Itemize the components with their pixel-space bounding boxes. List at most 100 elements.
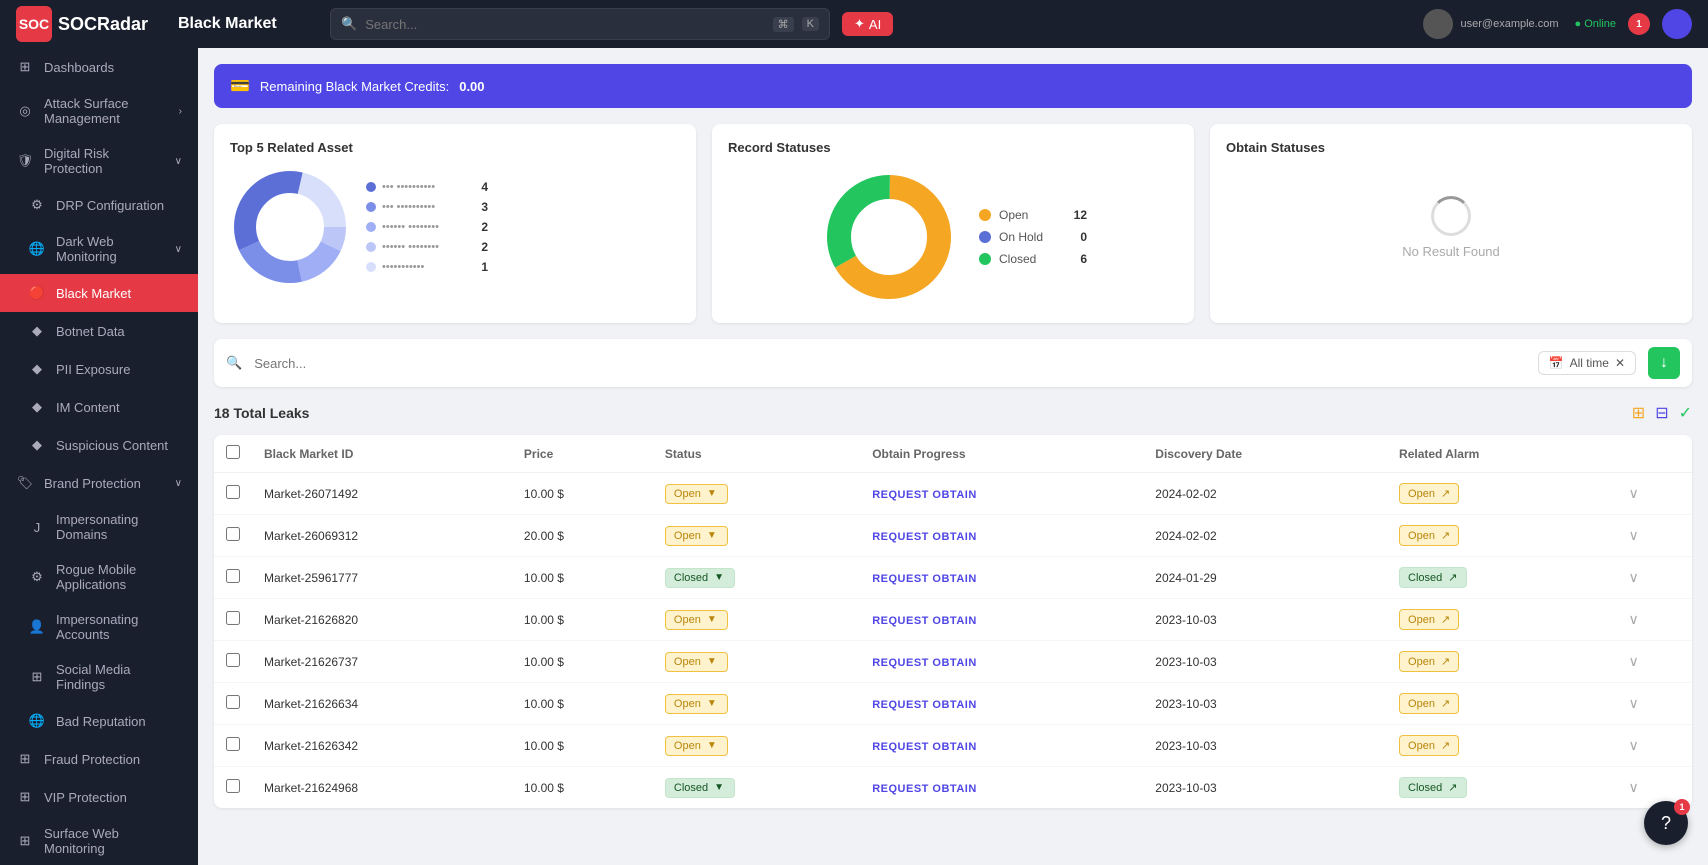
top-search-bar[interactable]: 🔍 ⌘ K (330, 8, 830, 40)
row-checkbox[interactable] (226, 737, 240, 751)
row-expand-cell[interactable]: ∨ (1617, 557, 1692, 599)
row-expand-button[interactable]: ∨ (1629, 737, 1639, 753)
row-date: 2023-10-03 (1143, 641, 1387, 683)
row-checkbox[interactable] (226, 695, 240, 709)
sidebar-item-impersonating-accounts[interactable]: 👤 Impersonating Accounts (0, 602, 198, 652)
row-checkbox[interactable] (226, 611, 240, 625)
row-expand-button[interactable]: ∨ (1629, 611, 1639, 627)
row-checkbox[interactable] (226, 569, 240, 583)
row-obtain[interactable]: REQUEST OBTAIN (860, 767, 1143, 809)
list-view-icon[interactable]: ⊟ (1655, 403, 1668, 423)
sidebar-item-vip-protection[interactable]: ⊞ VIP Protection (0, 778, 198, 816)
row-checkbox[interactable] (226, 779, 240, 793)
row-expand-button[interactable]: ∨ (1629, 695, 1639, 711)
sidebar-item-dashboards[interactable]: ⊞ Dashboards (0, 48, 198, 86)
sidebar-item-social-media[interactable]: ⊞ Social Media Findings (0, 652, 198, 702)
kbd-k: K (802, 17, 819, 31)
alarm-link-icon[interactable]: ↗ (1441, 529, 1450, 542)
sidebar-item-bad-reputation[interactable]: 🌐 Bad Reputation (0, 702, 198, 740)
help-button[interactable]: ? 1 (1644, 801, 1688, 845)
check-all-icon[interactable]: ✓ (1679, 403, 1692, 423)
status-dropdown-button[interactable]: ▼ (705, 614, 719, 625)
status-dropdown-button[interactable]: ▼ (705, 740, 719, 751)
request-obtain-button[interactable]: REQUEST OBTAIN (872, 573, 977, 585)
row-expand-button[interactable]: ∨ (1629, 653, 1639, 669)
row-obtain[interactable]: REQUEST OBTAIN (860, 515, 1143, 557)
row-expand-button[interactable]: ∨ (1629, 779, 1639, 795)
row-obtain[interactable]: REQUEST OBTAIN (860, 725, 1143, 767)
alarm-link-icon[interactable]: ↗ (1441, 697, 1450, 710)
grid-view-icon[interactable]: ⊞ (1632, 403, 1645, 423)
row-obtain[interactable]: REQUEST OBTAIN (860, 599, 1143, 641)
status-dropdown-button[interactable]: ▼ (705, 698, 719, 709)
alarm-link-icon[interactable]: ↗ (1448, 571, 1457, 584)
row-checkbox-cell[interactable] (214, 725, 252, 767)
status-dropdown-button[interactable]: ▼ (705, 656, 719, 667)
request-obtain-button[interactable]: REQUEST OBTAIN (872, 741, 977, 753)
select-all-header[interactable] (214, 435, 252, 473)
table-search-input[interactable] (254, 356, 1525, 371)
status-dropdown-button[interactable]: ▼ (705, 530, 719, 541)
status-dropdown-button[interactable]: ▼ (705, 488, 719, 499)
row-checkbox-cell[interactable] (214, 767, 252, 809)
row-checkbox-cell[interactable] (214, 641, 252, 683)
row-expand-cell[interactable]: ∨ (1617, 599, 1692, 641)
user-avatar[interactable] (1662, 9, 1692, 39)
row-expand-cell[interactable]: ∨ (1617, 641, 1692, 683)
row-checkbox[interactable] (226, 527, 240, 541)
ai-button[interactable]: ✦ AI (842, 12, 893, 36)
row-obtain[interactable]: REQUEST OBTAIN (860, 473, 1143, 515)
row-obtain[interactable]: REQUEST OBTAIN (860, 683, 1143, 725)
row-checkbox-cell[interactable] (214, 515, 252, 557)
sidebar-item-impersonating-domains[interactable]: J Impersonating Domains (0, 502, 198, 552)
request-obtain-button[interactable]: REQUEST OBTAIN (872, 657, 977, 669)
row-expand-button[interactable]: ∨ (1629, 569, 1639, 585)
row-checkbox-cell[interactable] (214, 473, 252, 515)
request-obtain-button[interactable]: REQUEST OBTAIN (872, 699, 977, 711)
sidebar-item-botnet-data[interactable]: ◆ Botnet Data (0, 312, 198, 350)
sidebar-item-pii-exposure[interactable]: ◆ PII Exposure (0, 350, 198, 388)
row-obtain[interactable]: REQUEST OBTAIN (860, 641, 1143, 683)
row-checkbox-cell[interactable] (214, 557, 252, 599)
sidebar-item-fraud-protection[interactable]: ⊞ Fraud Protection (0, 740, 198, 778)
request-obtain-button[interactable]: REQUEST OBTAIN (872, 783, 977, 795)
notification-button[interactable]: 1 (1628, 13, 1650, 35)
top-search-input[interactable] (365, 17, 764, 32)
request-obtain-button[interactable]: REQUEST OBTAIN (872, 489, 977, 501)
sidebar-item-dark-web[interactable]: 🌐 Dark Web Monitoring ∨ (0, 224, 198, 274)
status-dropdown-button[interactable]: ▼ (712, 782, 726, 793)
clear-date-icon[interactable]: ✕ (1615, 356, 1625, 370)
sidebar-item-drp-config[interactable]: ⚙ DRP Configuration (0, 186, 198, 224)
select-all-checkbox[interactable] (226, 445, 240, 459)
alarm-link-icon[interactable]: ↗ (1441, 487, 1450, 500)
request-obtain-button[interactable]: REQUEST OBTAIN (872, 531, 977, 543)
row-checkbox[interactable] (226, 653, 240, 667)
table-actions: ⊞ ⊟ ✓ (1632, 403, 1692, 423)
alarm-link-icon[interactable]: ↗ (1441, 655, 1450, 668)
sidebar-item-suspicious-content[interactable]: ◆ Suspicious Content (0, 426, 198, 464)
row-expand-cell[interactable]: ∨ (1617, 725, 1692, 767)
row-checkbox-cell[interactable] (214, 599, 252, 641)
export-button[interactable]: ↓ (1648, 347, 1680, 379)
row-expand-cell[interactable]: ∨ (1617, 683, 1692, 725)
sidebar-item-surface-web[interactable]: ⊞ Surface Web Monitoring (0, 816, 198, 865)
sidebar-item-brand-protection[interactable]: 🏷 Brand Protection ∨ (0, 464, 198, 502)
status-dropdown-button[interactable]: ▼ (712, 572, 726, 583)
row-expand-button[interactable]: ∨ (1629, 485, 1639, 501)
request-obtain-button[interactable]: REQUEST OBTAIN (872, 615, 977, 627)
row-expand-button[interactable]: ∨ (1629, 527, 1639, 543)
row-checkbox[interactable] (226, 485, 240, 499)
sidebar-item-attack-surface[interactable]: ◎ Attack Surface Management › (0, 86, 198, 136)
date-filter[interactable]: 📅 All time ✕ (1538, 351, 1636, 375)
row-expand-cell[interactable]: ∨ (1617, 515, 1692, 557)
alarm-link-icon[interactable]: ↗ (1441, 739, 1450, 752)
sidebar-item-im-content[interactable]: ◆ IM Content (0, 388, 198, 426)
row-checkbox-cell[interactable] (214, 683, 252, 725)
alarm-link-icon[interactable]: ↗ (1441, 613, 1450, 626)
alarm-link-icon[interactable]: ↗ (1448, 781, 1457, 794)
sidebar-item-digital-risk[interactable]: 🛡 Digital Risk Protection ∨ (0, 136, 198, 186)
sidebar-item-rogue-mobile[interactable]: ⚙ Rogue Mobile Applications (0, 552, 198, 602)
row-expand-cell[interactable]: ∨ (1617, 473, 1692, 515)
sidebar-item-black-market[interactable]: 🔴 Black Market (0, 274, 198, 312)
row-obtain[interactable]: REQUEST OBTAIN (860, 557, 1143, 599)
